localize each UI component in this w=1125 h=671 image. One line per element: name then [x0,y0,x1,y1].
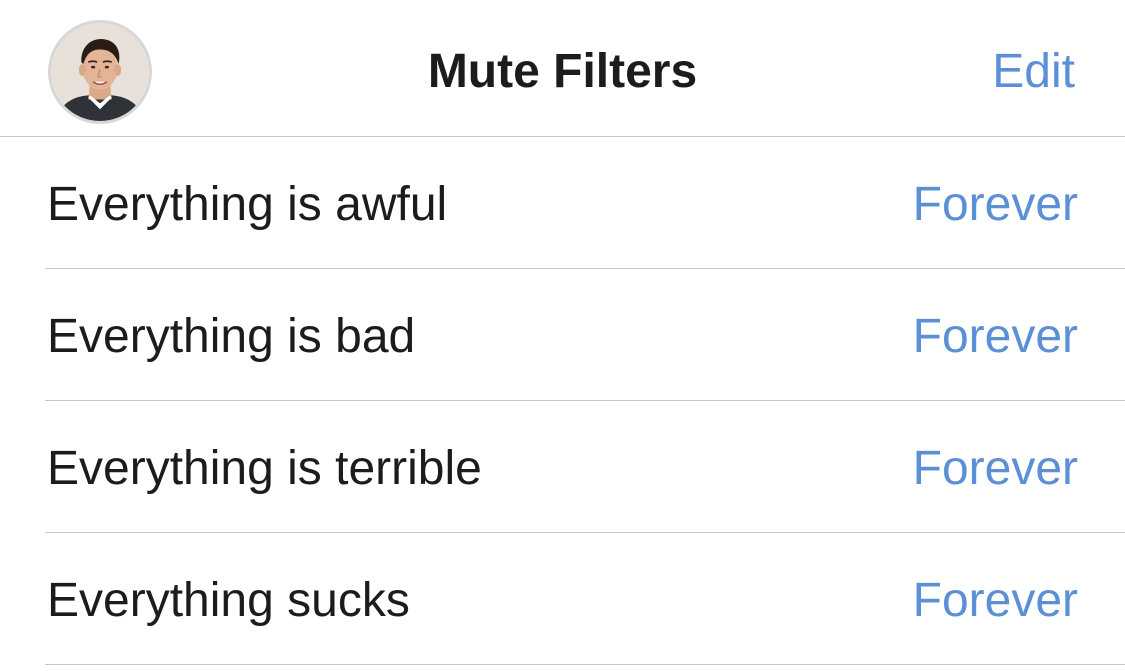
filter-duration: Forever [912,310,1078,363]
navigation-bar: Mute Filters Edit [0,0,1125,137]
list-item[interactable]: Everything sucks Forever [0,533,1125,665]
filter-label: Everything is bad [47,310,416,363]
filter-label: Everything sucks [47,574,410,627]
filter-duration: Forever [912,178,1078,231]
edit-button[interactable]: Edit [992,42,1075,102]
mute-filters-list: Everything is awful Forever Everything i… [0,137,1125,665]
avatar[interactable] [48,20,152,124]
filter-duration: Forever [912,442,1078,495]
filter-duration: Forever [912,574,1078,627]
list-item[interactable]: Everything is bad Forever [0,269,1125,401]
filter-label: Everything is awful [47,178,448,231]
list-item[interactable]: Everything is terrible Forever [0,401,1125,533]
page-title: Mute Filters [427,45,698,98]
user-avatar-icon [51,23,149,121]
filter-label: Everything is terrible [47,442,482,495]
list-item[interactable]: Everything is awful Forever [0,137,1125,269]
